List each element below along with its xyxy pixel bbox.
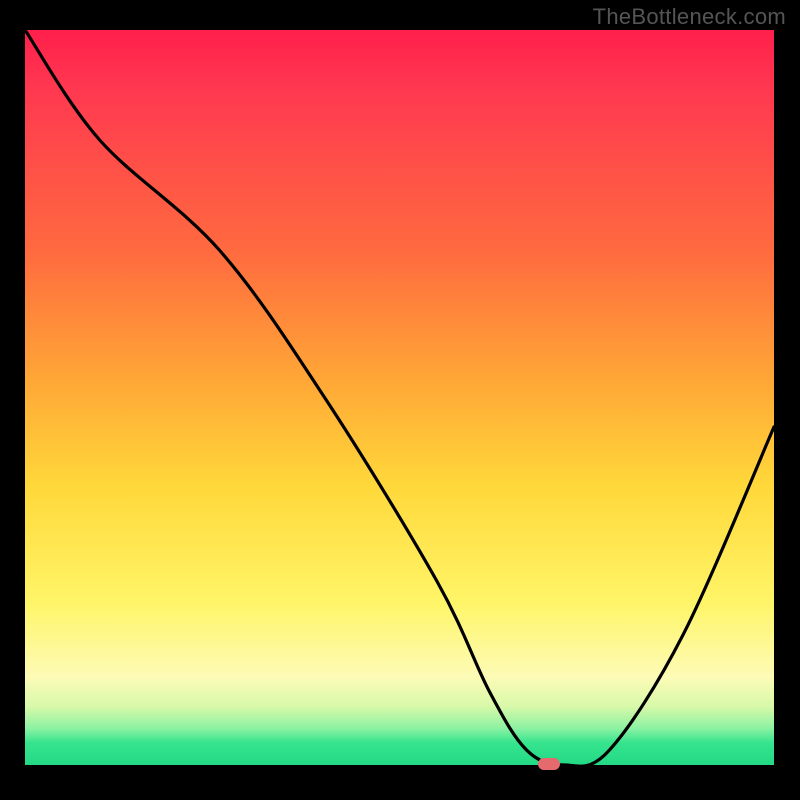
bottleneck-curve [25,30,774,765]
optimal-marker [538,758,560,770]
watermark-text: TheBottleneck.com [593,4,786,30]
chart-frame: TheBottleneck.com [0,0,800,800]
curve-path [25,30,774,766]
plot-area [25,30,774,765]
